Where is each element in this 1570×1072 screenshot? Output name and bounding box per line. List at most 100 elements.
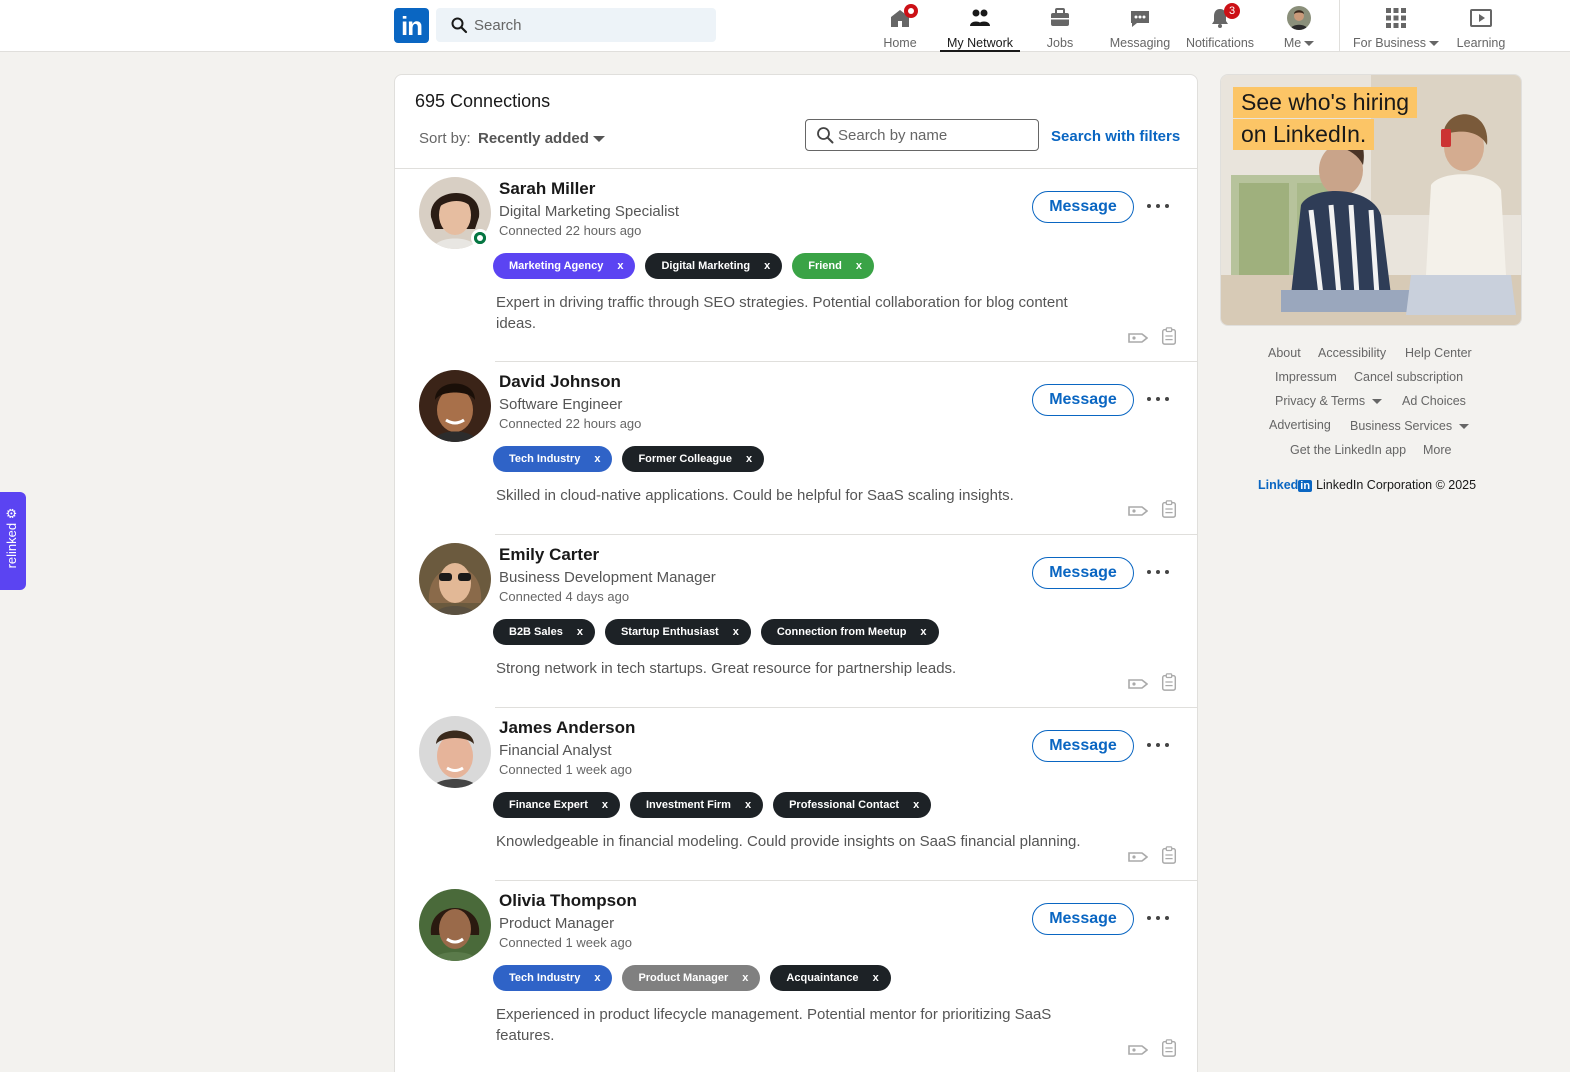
tag[interactable]: B2B Sales x (493, 619, 595, 645)
relinked-side-tab[interactable]: relinked ⚙ (0, 492, 26, 590)
remove-tag-icon[interactable]: x (920, 619, 926, 645)
note-icon[interactable] (1159, 673, 1179, 691)
nav-learning[interactable]: Learning (1452, 4, 1510, 52)
avatar[interactable] (419, 889, 491, 961)
tag[interactable]: Finance Expert x (493, 792, 620, 818)
top-nav: in Home My Network Jobs Messaging 3 No (0, 0, 1570, 52)
tag[interactable]: Digital Marketing x (645, 253, 783, 279)
remove-tag-icon[interactable]: x (617, 253, 623, 279)
nav-jobs[interactable]: Jobs (1032, 4, 1088, 52)
more-options-icon[interactable] (1147, 561, 1169, 583)
tag[interactable]: Acquaintance x (770, 965, 891, 991)
ad-headline-1: See who's hiring (1233, 87, 1418, 118)
name-search-input[interactable] (838, 120, 1034, 150)
note-icon[interactable] (1159, 1039, 1179, 1057)
person-title: Business Development Manager (499, 569, 716, 586)
footer-link-about[interactable]: About (1268, 346, 1301, 360)
tag[interactable]: Tech Industry x (493, 965, 613, 991)
footer-link-business-services[interactable]: Business Services (1350, 419, 1469, 433)
person-title: Financial Analyst (499, 742, 612, 759)
tag-label: Friend (808, 260, 842, 272)
tag-icon[interactable] (1128, 848, 1148, 866)
name-search[interactable] (805, 119, 1039, 151)
footer-link-help-center[interactable]: Help Center (1405, 346, 1472, 360)
tag[interactable]: Friend x (792, 253, 874, 279)
remove-tag-icon[interactable]: x (856, 253, 862, 279)
remove-tag-icon[interactable]: x (745, 792, 751, 818)
person-name[interactable]: Olivia Thompson (499, 891, 637, 911)
remove-tag-icon[interactable]: x (594, 446, 600, 472)
remove-tag-icon[interactable]: x (742, 965, 748, 991)
footer-link-advertising[interactable]: Advertising (1269, 418, 1331, 432)
message-button[interactable]: Message (1032, 730, 1134, 762)
remove-tag-icon[interactable]: x (594, 965, 600, 991)
connection-row: Emily Carter Business Development Manage… (395, 535, 1197, 708)
nav-for-business[interactable]: For Business (1350, 4, 1442, 52)
more-options-icon[interactable] (1147, 734, 1169, 756)
footer-link-impressum[interactable]: Impressum (1275, 370, 1337, 384)
tag-icon[interactable] (1128, 1041, 1148, 1059)
footer-link-privacy-terms[interactable]: Privacy & Terms (1275, 394, 1382, 408)
message-button[interactable]: Message (1032, 903, 1134, 935)
more-options-icon[interactable] (1147, 907, 1169, 929)
sort-dropdown[interactable]: Recently added (478, 130, 589, 147)
tag[interactable]: Investment Firm x (629, 792, 764, 818)
avatar[interactable] (419, 716, 491, 788)
remove-tag-icon[interactable]: x (873, 965, 879, 991)
note-icon[interactable] (1159, 500, 1179, 518)
footer-link-get-app[interactable]: Get the LinkedIn app (1290, 443, 1406, 457)
remove-tag-icon[interactable]: x (577, 619, 583, 645)
note-icon[interactable] (1159, 327, 1179, 345)
footer-link-accessibility[interactable]: Accessibility (1318, 346, 1386, 360)
person-name[interactable]: Sarah Miller (499, 179, 595, 199)
tag[interactable]: Connection from Meetup x (760, 619, 939, 645)
nav-messaging[interactable]: Messaging (1106, 4, 1174, 52)
connections-count: 695 Connections (415, 91, 551, 111)
tag-label: Tech Industry (509, 972, 581, 984)
message-button[interactable]: Message (1032, 384, 1134, 416)
tag[interactable]: Product Manager x (622, 965, 761, 991)
more-options-icon[interactable] (1147, 195, 1169, 217)
caret-down-icon[interactable] (593, 136, 605, 142)
nav-notifications[interactable]: 3 Notifications (1182, 3, 1258, 52)
global-search[interactable] (436, 8, 716, 42)
tag-icon[interactable] (1128, 502, 1148, 520)
note-icon[interactable] (1159, 846, 1179, 864)
footer-link-ad-choices[interactable]: Ad Choices (1402, 394, 1466, 408)
tag[interactable]: Startup Enthusiast x (604, 619, 751, 645)
search-input[interactable] (474, 8, 704, 42)
corporate-notice: Linked in LinkedIn Corporation © 2025 (1258, 478, 1476, 492)
nav-me-label: Me (1283, 36, 1302, 50)
tag[interactable]: Marketing Agency x (493, 253, 636, 279)
hiring-ad[interactable]: See who's hiring on LinkedIn. (1220, 74, 1522, 326)
nav-home[interactable]: Home (872, 4, 928, 52)
tag[interactable]: Former Colleague x (622, 446, 765, 472)
nav-me[interactable]: Me (1276, 4, 1322, 52)
remove-tag-icon[interactable]: x (746, 446, 752, 472)
tag[interactable]: Tech Industry x (493, 446, 613, 472)
remove-tag-icon[interactable]: x (602, 792, 608, 818)
tag[interactable]: Professional Contact x (773, 792, 932, 818)
remove-tag-icon[interactable]: x (913, 792, 919, 818)
more-options-icon[interactable] (1147, 388, 1169, 410)
remove-tag-icon[interactable]: x (764, 253, 770, 279)
tag-label: Finance Expert (509, 799, 588, 811)
message-button[interactable]: Message (1032, 191, 1134, 223)
tag-label: Startup Enthusiast (620, 626, 719, 638)
avatar[interactable] (419, 543, 491, 615)
footer-link-more[interactable]: More (1423, 443, 1451, 457)
footer-link-cancel-subscription[interactable]: Cancel subscription (1354, 370, 1463, 384)
person-name[interactable]: David Johnson (499, 372, 621, 392)
avatar[interactable] (419, 370, 491, 442)
message-button[interactable]: Message (1032, 557, 1134, 589)
person-name[interactable]: James Anderson (499, 718, 635, 738)
tag-icon[interactable] (1128, 675, 1148, 693)
remove-tag-icon[interactable]: x (733, 619, 739, 645)
person-name[interactable]: Emily Carter (499, 545, 599, 565)
search-with-filters-link[interactable]: Search with filters (1051, 128, 1180, 145)
nav-messaging-label: Messaging (1109, 36, 1171, 50)
linkedin-logo[interactable]: in (394, 8, 429, 43)
tag-icon[interactable] (1128, 329, 1148, 347)
person-note: Skilled in cloud-native applications. Co… (496, 487, 1014, 504)
nav-my-network[interactable]: My Network (940, 4, 1020, 52)
